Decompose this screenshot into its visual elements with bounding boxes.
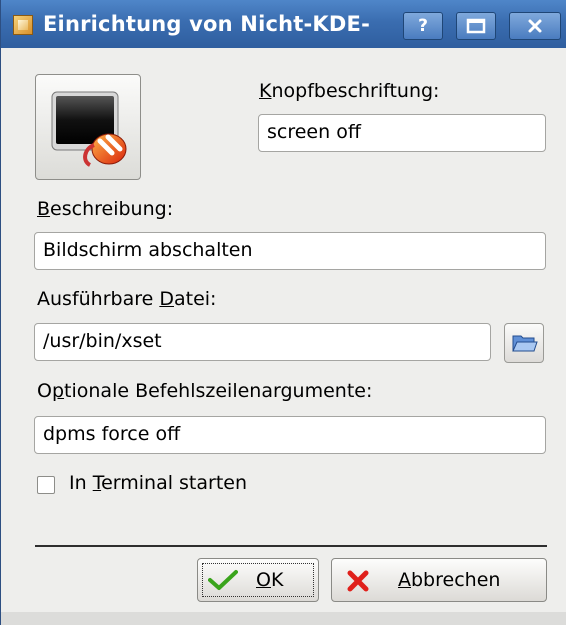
args-input[interactable]: dpms force off [34,416,546,454]
browse-button[interactable] [504,323,544,363]
app-icon[interactable] [13,15,33,35]
description-label: Beschreibung: [37,198,174,220]
green-check-icon [208,570,238,590]
button-label-input[interactable]: screen off [258,114,546,152]
button-label-label: Knopfbeschriftung: [259,80,440,102]
help-button[interactable]: ? [403,12,443,40]
ok-button[interactable]: OK [197,558,319,602]
executable-input[interactable]: /usr/bin/xset [34,323,491,361]
close-button[interactable] [509,12,561,40]
open-folder-icon [512,335,538,352]
maximize-icon [466,18,486,34]
executable-label: Ausführbare Datei: [37,288,217,310]
icon-select-button[interactable] [35,74,141,180]
red-x-icon [347,570,369,592]
args-label: Optionale Befehlszeilenargumente: [37,380,373,402]
maximize-button[interactable] [456,12,496,40]
ok-label: OK [256,569,284,591]
window-title: Einrichtung von Nicht-KDE- [43,12,370,36]
close-icon [528,19,542,33]
terminal-checkbox[interactable] [37,476,55,494]
cancel-label: Abbrechen [398,569,501,591]
terminal-label[interactable]: In Terminal starten [69,472,247,494]
cancel-button[interactable]: Abbrechen [331,558,547,602]
title-bar[interactable]: Einrichtung von Nicht-KDE- ? [1,0,566,48]
window-bottom-edge [1,612,566,625]
separator [35,545,547,547]
config-dialog: Einrichtung von Nicht-KDE- ? Knopfbeschr… [0,0,566,625]
monitor-power-plug-icon [51,91,127,167]
description-input[interactable]: Bildschirm abschalten [34,232,546,270]
